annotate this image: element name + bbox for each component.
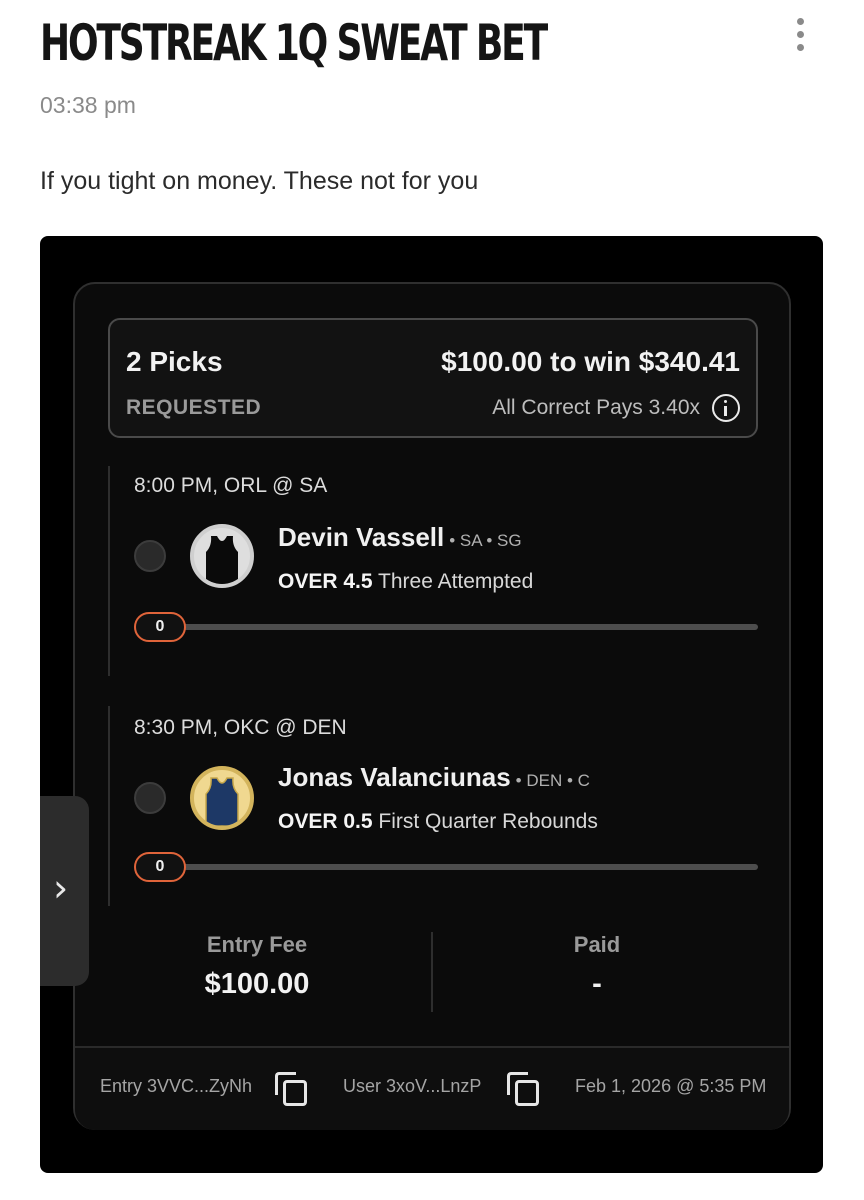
- bet-summary: 2 Picks REQUESTED $100.00 to win $340.41…: [108, 318, 758, 438]
- pick-line-value: 0.5: [343, 810, 373, 833]
- progress-track: [182, 624, 758, 630]
- user-id: User 3xoV...LnzP: [343, 1076, 482, 1096]
- divider: [431, 932, 433, 1012]
- pick-stat: Three Attempted: [378, 570, 534, 593]
- post-timestamp: 03:38 pm: [40, 92, 136, 118]
- game-info: 8:00 PM, ORL @ SA: [134, 474, 328, 497]
- entry-fee-value: $100.00: [204, 968, 310, 1000]
- pick-line: OVER 0.5 First Quarter Rebounds: [278, 810, 598, 834]
- more-vertical-icon[interactable]: [788, 18, 812, 58]
- status-badge: REQUESTED: [126, 396, 262, 419]
- player-avatar: [190, 524, 254, 588]
- timeline-rail: [108, 706, 110, 906]
- post-caption: If you tight on money. These not for you: [40, 167, 479, 195]
- pick-direction: OVER: [278, 810, 338, 833]
- pick-item: 8:30 PM, OKC @ DEN Jonas Valanciunas • D…: [108, 706, 758, 906]
- pick-line: OVER 4.5 Three Attempted: [278, 570, 533, 594]
- post-title: HOTSTREAK 1Q SWEAT BET: [40, 14, 548, 72]
- pick-line-value: 4.5: [343, 570, 373, 593]
- card-footer: Entry 3VVC...ZyNh User 3xoV...LnzP Feb 1…: [75, 1046, 789, 1130]
- progress-value: 0: [134, 852, 186, 882]
- pick-item: 8:00 PM, ORL @ SA Devin Vassell • SA • S…: [108, 466, 758, 676]
- jersey-icon: [205, 777, 239, 826]
- progress-track: [182, 864, 758, 870]
- side-drawer-toggle[interactable]: ›: [40, 796, 89, 986]
- paid-label: Paid: [573, 932, 621, 957]
- progress-value: 0: [134, 612, 186, 642]
- paid-value: -: [592, 968, 602, 1000]
- fees-section: Entry Fee $100.00 Paid -: [75, 932, 793, 1016]
- player-meta: • DEN • C: [515, 771, 590, 790]
- bet-card: 2 Picks REQUESTED $100.00 to win $340.41…: [73, 282, 791, 1130]
- chevron-right-icon: ›: [53, 866, 69, 910]
- bet-amount: $100.00 to win $340.41: [441, 346, 740, 377]
- entry-date: Feb 1, 2026 @ 5:35 PM: [575, 1076, 767, 1096]
- bet-screenshot: 2 Picks REQUESTED $100.00 to win $340.41…: [40, 236, 823, 1173]
- entry-fee-label: Entry Fee: [206, 932, 308, 957]
- copy-icon[interactable]: [275, 1072, 307, 1106]
- player-meta: • SA • SG: [449, 531, 522, 550]
- pick-direction: OVER: [278, 570, 338, 593]
- info-icon[interactable]: [712, 394, 740, 422]
- pick-radio[interactable]: [134, 540, 166, 572]
- player-name: Jonas Valanciunas: [278, 762, 511, 792]
- timeline-rail: [108, 466, 110, 676]
- payout-multiplier: All Correct Pays 3.40x: [492, 396, 700, 419]
- copy-icon[interactable]: [507, 1072, 539, 1106]
- jersey-icon: [206, 536, 238, 584]
- pick-stat: First Quarter Rebounds: [378, 810, 598, 833]
- pick-radio[interactable]: [134, 782, 166, 814]
- player-name: Devin Vassell: [278, 522, 445, 552]
- game-info: 8:30 PM, OKC @ DEN: [134, 716, 347, 739]
- entry-id: Entry 3VVC...ZyNh: [100, 1076, 253, 1096]
- picks-count: 2 Picks: [126, 346, 223, 377]
- player-avatar: [190, 766, 254, 830]
